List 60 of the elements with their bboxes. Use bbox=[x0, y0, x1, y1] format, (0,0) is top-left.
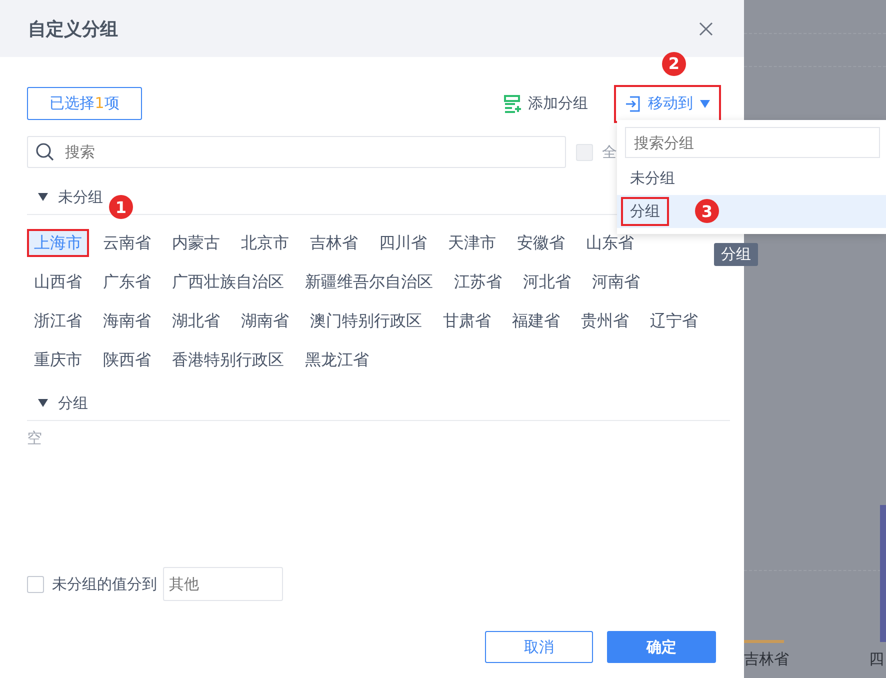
empty-text: 空 bbox=[27, 429, 43, 448]
cancel-button[interactable]: 取消 bbox=[485, 631, 593, 663]
collapse-icon[interactable] bbox=[38, 399, 48, 407]
region-item[interactable]: 湖南省 bbox=[234, 307, 296, 335]
menu-item[interactable]: 未分组 bbox=[617, 162, 886, 195]
region-item[interactable]: 吉林省 bbox=[303, 229, 365, 257]
section-title: 未分组 bbox=[58, 188, 103, 206]
search-icon bbox=[35, 142, 55, 162]
region-item[interactable]: 香港特别行政区 bbox=[165, 346, 291, 374]
add-group-button[interactable]: 添加分组 bbox=[503, 94, 588, 114]
region-item[interactable]: 四川省 bbox=[372, 229, 434, 257]
close-icon[interactable] bbox=[698, 20, 714, 36]
select-all-label: 全 bbox=[602, 142, 617, 162]
step-badge: 3 bbox=[695, 199, 719, 223]
region-item[interactable]: 北京市 bbox=[234, 229, 296, 257]
menu-item-label: 未分组 bbox=[629, 168, 676, 189]
region-item[interactable]: 天津市 bbox=[441, 229, 503, 257]
chart-bar bbox=[744, 640, 784, 643]
region-item[interactable]: 江苏省 bbox=[447, 268, 509, 296]
checkbox[interactable] bbox=[27, 576, 44, 592]
region-item[interactable]: 安徽省 bbox=[510, 229, 572, 257]
caret-icon bbox=[699, 98, 711, 108]
step-badge: 1 bbox=[109, 195, 133, 219]
region-item[interactable]: 福建省 bbox=[505, 307, 567, 335]
region-item[interactable]: 浙江省 bbox=[27, 307, 89, 335]
region-item[interactable]: 山西省 bbox=[27, 268, 89, 296]
region-item[interactable]: 云南省 bbox=[96, 229, 158, 257]
axis-label: 四 bbox=[869, 650, 884, 669]
region-item[interactable]: 山东省 bbox=[579, 229, 641, 257]
checkbox-label: 未分组的值分到 bbox=[52, 574, 157, 594]
region-item[interactable]: 内蒙古 bbox=[165, 229, 227, 257]
move-icon bbox=[624, 94, 642, 112]
group-search-field[interactable]: 搜索分组 bbox=[625, 127, 880, 158]
confirm-button[interactable]: 确定 bbox=[607, 631, 716, 663]
region-item[interactable]: 广东省 bbox=[96, 268, 158, 296]
select-all-checkbox[interactable] bbox=[576, 144, 593, 160]
menu-item-label: 分组 bbox=[621, 197, 669, 226]
region-item[interactable]: 海南省 bbox=[96, 307, 158, 335]
region-item[interactable]: 辽宁省 bbox=[643, 307, 705, 335]
menu-item[interactable]: 分组 3 bbox=[617, 195, 886, 228]
selected-count-button[interactable]: 已选择1项 bbox=[27, 87, 142, 120]
region-item[interactable]: 甘肃省 bbox=[436, 307, 498, 335]
region-item[interactable]: 重庆市 bbox=[27, 346, 89, 374]
region-item[interactable]: 广西壮族自治区 bbox=[165, 268, 291, 296]
region-item[interactable]: 河北省 bbox=[516, 268, 578, 296]
section-title: 分组 bbox=[58, 394, 88, 412]
region-item[interactable]: 河南省 bbox=[585, 268, 647, 296]
region-item[interactable]: 新疆维吾尔自治区 bbox=[298, 268, 440, 296]
region-item[interactable]: 湖北省 bbox=[165, 307, 227, 335]
axis-label: 吉林省 bbox=[744, 650, 789, 669]
region-item[interactable]: 陕西省 bbox=[96, 346, 158, 374]
collapse-icon[interactable] bbox=[38, 193, 48, 201]
dialog-title: 自定义分组 bbox=[28, 18, 118, 40]
region-item[interactable]: 贵州省 bbox=[574, 307, 636, 335]
add-group-icon bbox=[503, 94, 523, 114]
search-field[interactable]: 搜索 bbox=[27, 136, 566, 168]
region-item[interactable]: 澳门特别行政区 bbox=[303, 307, 429, 335]
other-group-field[interactable]: 其他 bbox=[163, 567, 283, 601]
tooltip: 分组 bbox=[714, 243, 758, 266]
region-item[interactable]: 黑龙江省 bbox=[298, 346, 376, 374]
